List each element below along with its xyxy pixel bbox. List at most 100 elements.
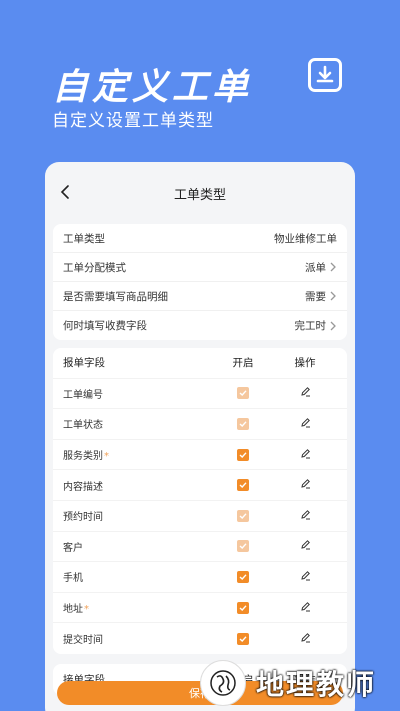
field-row: 内容描述 xyxy=(53,470,347,501)
ticket-type-card: 工单类型 工单类型 物业维修工单 工单分配模式 派单 是否需要填写商品明细 需要 何时填写收… xyxy=(45,162,355,711)
settings-section: 工单类型 物业维修工单工单分配模式 派单是否需要填写商品明细 需要何时填写收费字段 完工… xyxy=(53,224,347,340)
edit-icon[interactable] xyxy=(300,478,311,492)
field-label-wrap: 预约时间 xyxy=(63,508,213,523)
edit-icon[interactable] xyxy=(300,386,311,400)
settings-row[interactable]: 何时填写收费字段 完工时 xyxy=(53,311,347,340)
settings-value: 物业维修工单 xyxy=(274,232,337,245)
field-label: 客户 xyxy=(63,542,83,554)
field-label: 服务类别 xyxy=(63,451,103,463)
enable-cell xyxy=(213,632,273,645)
settings-row[interactable]: 工单分配模式 派单 xyxy=(53,253,347,282)
required-mark: * xyxy=(104,451,109,463)
field-label-wrap: 提交时间 xyxy=(63,631,213,646)
enable-checkbox[interactable] xyxy=(237,632,249,645)
chevron-right-icon xyxy=(329,321,337,331)
enable-checkbox xyxy=(237,387,249,400)
enable-checkbox[interactable] xyxy=(237,601,249,614)
enable-cell xyxy=(213,601,273,614)
action-cell xyxy=(273,448,337,462)
globe-logo-icon xyxy=(200,660,246,706)
field-label: 手机 xyxy=(63,573,83,585)
edit-icon[interactable] xyxy=(300,601,311,615)
action-cell xyxy=(273,509,337,523)
settings-value-wrap: 派单 xyxy=(305,260,337,275)
edit-icon[interactable] xyxy=(300,509,311,523)
settings-label: 何时填写收费字段 xyxy=(63,320,147,332)
settings-row[interactable]: 是否需要填写商品明细 需要 xyxy=(53,282,347,311)
field-label: 地址 xyxy=(63,604,83,616)
settings-value: 需要 xyxy=(305,290,326,303)
field-row: 工单状态 xyxy=(53,409,347,440)
action-cell xyxy=(273,417,337,431)
action-cell xyxy=(273,386,337,400)
watermark: 地理教师 xyxy=(200,655,400,711)
enable-checkbox[interactable] xyxy=(237,448,249,461)
edit-icon[interactable] xyxy=(300,448,311,462)
field-label-wrap: 工单状态 xyxy=(63,416,213,431)
action-cell xyxy=(273,632,337,646)
edit-icon[interactable] xyxy=(300,417,311,431)
field-label: 工单状态 xyxy=(63,420,103,432)
field-row: 提交时间 xyxy=(53,623,347,654)
action-cell xyxy=(273,601,337,615)
settings-value-wrap: 物业维修工单 xyxy=(274,231,337,246)
required-mark: * xyxy=(84,604,89,616)
column-header-action: 操作 xyxy=(294,357,316,370)
enable-checkbox xyxy=(237,417,249,430)
edit-icon[interactable] xyxy=(300,539,311,553)
hero-title: 自定义工单 xyxy=(52,67,253,108)
field-row: 工单编号 xyxy=(53,379,347,410)
settings-label: 工单类型 xyxy=(63,232,105,245)
action-cell xyxy=(273,478,337,492)
enable-cell xyxy=(213,417,273,430)
settings-value-wrap: 需要 xyxy=(305,289,337,304)
edit-icon[interactable] xyxy=(300,570,311,584)
field-label: 预约时间 xyxy=(63,512,103,524)
enable-cell xyxy=(213,570,273,583)
field-row: 服务类别* xyxy=(53,440,347,471)
field-row: 客户 xyxy=(53,532,347,563)
download-icon[interactable] xyxy=(308,58,342,92)
enable-checkbox[interactable] xyxy=(237,570,249,583)
settings-value-wrap: 完工时 xyxy=(295,318,338,333)
field-label-wrap: 工单编号 xyxy=(63,386,213,401)
enable-checkbox xyxy=(237,540,249,553)
field-label-wrap: 客户 xyxy=(63,539,213,554)
edit-icon[interactable] xyxy=(300,632,311,646)
settings-value: 派单 xyxy=(305,261,326,274)
column-header-enabled: 开启 xyxy=(232,357,254,370)
enable-cell xyxy=(213,540,273,553)
field-label-wrap: 内容描述 xyxy=(63,478,213,493)
report-fields-section: 报单字段 开启 操作 工单编号 工单状态 服务类别* 内容描述 预约时间 客户 手机 地址* 提… xyxy=(53,348,347,654)
field-row: 预约时间 xyxy=(53,501,347,532)
field-label-wrap: 手机 xyxy=(63,569,213,584)
field-label-wrap: 服务类别* xyxy=(63,447,213,462)
enable-checkbox[interactable] xyxy=(237,479,249,492)
page-title: 工单类型 xyxy=(173,187,226,203)
field-label: 工单编号 xyxy=(63,389,103,401)
enable-cell xyxy=(213,479,273,492)
action-cell xyxy=(273,570,337,584)
enable-cell xyxy=(213,387,273,400)
settings-label: 是否需要填写商品明细 xyxy=(63,290,168,303)
enable-cell xyxy=(213,448,273,461)
watermark-text: 地理教师 xyxy=(256,668,377,701)
field-label: 提交时间 xyxy=(63,635,103,647)
settings-value: 完工时 xyxy=(294,320,327,332)
settings-row: 工单类型 物业维修工单 xyxy=(53,224,347,253)
field-label: 内容描述 xyxy=(63,481,103,493)
column-header-field: 报单字段 xyxy=(63,357,105,370)
chevron-right-icon xyxy=(329,291,337,301)
chevron-left-icon[interactable] xyxy=(53,180,77,204)
field-row: 手机 xyxy=(53,562,347,593)
enable-cell xyxy=(213,509,273,522)
report-fields-header: 报单字段 开启 操作 xyxy=(53,348,347,379)
field-row: 地址* xyxy=(53,593,347,624)
chevron-right-icon xyxy=(329,262,337,272)
settings-label: 工单分配模式 xyxy=(63,261,126,274)
hero-subtitle: 自定义设置工单类型 xyxy=(52,111,214,131)
field-label-wrap: 地址* xyxy=(63,600,213,615)
enable-checkbox xyxy=(237,509,249,522)
action-cell xyxy=(273,539,337,553)
card-header: 工单类型 xyxy=(45,162,355,224)
